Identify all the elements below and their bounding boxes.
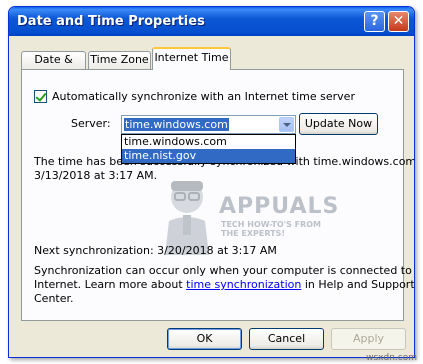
- mascot-watermark-icon: [165, 181, 209, 255]
- date-time-properties-dialog: Date and Time Properties ? ✕ Date & Time…: [8, 6, 415, 358]
- tab-time-zone[interactable]: Time Zone: [88, 51, 151, 69]
- tab-internet-time[interactable]: Internet Time: [152, 47, 231, 70]
- window-title: Date and Time Properties: [17, 14, 205, 29]
- site-credit: wsxdn.com: [366, 353, 417, 363]
- server-combobox[interactable]: time.windows.com: [121, 115, 296, 134]
- watermark-brand: APPUALS: [219, 194, 340, 219]
- info-line-1: Synchronization can occur only when your…: [34, 264, 415, 277]
- server-label: Server:: [71, 117, 111, 130]
- close-icon: ✕: [392, 13, 405, 29]
- next-sync-text: Next synchronization: 3/20/2018 at 3:17 …: [34, 244, 277, 257]
- time-synchronization-link[interactable]: time synchronization: [186, 278, 301, 291]
- title-bar[interactable]: Date and Time Properties ? ✕: [9, 7, 414, 36]
- tab-date-and-time[interactable]: Date & Time: [21, 51, 86, 82]
- help-icon: ?: [370, 13, 379, 29]
- auto-sync-checkbox[interactable]: [34, 90, 47, 103]
- watermark-tagline: TECH HOW-TO'S FROM THE EXPERTS!: [221, 220, 322, 238]
- close-button[interactable]: ✕: [388, 11, 409, 32]
- help-button[interactable]: ?: [364, 11, 385, 32]
- update-now-button[interactable]: Update Now: [299, 113, 378, 135]
- chevron-down-icon[interactable]: [279, 117, 294, 132]
- server-option-time-windows-com[interactable]: time.windows.com: [122, 135, 295, 149]
- info-line-3: Center.: [34, 292, 74, 305]
- info-line-2: Internet. Learn more about time synchron…: [34, 278, 415, 291]
- server-dropdown-list: time.windows.com time.nist.gov: [121, 134, 296, 164]
- server-option-time-nist-gov[interactable]: time.nist.gov: [122, 149, 295, 163]
- apply-button[interactable]: Apply: [331, 328, 406, 350]
- ok-button[interactable]: OK: [167, 328, 242, 350]
- cancel-button[interactable]: Cancel: [249, 328, 324, 350]
- server-value: time.windows.com: [124, 118, 229, 131]
- auto-sync-label[interactable]: Automatically synchronize with an Intern…: [52, 90, 355, 103]
- sync-status-line-2: 3/13/2018 at 3:17 AM.: [34, 169, 158, 182]
